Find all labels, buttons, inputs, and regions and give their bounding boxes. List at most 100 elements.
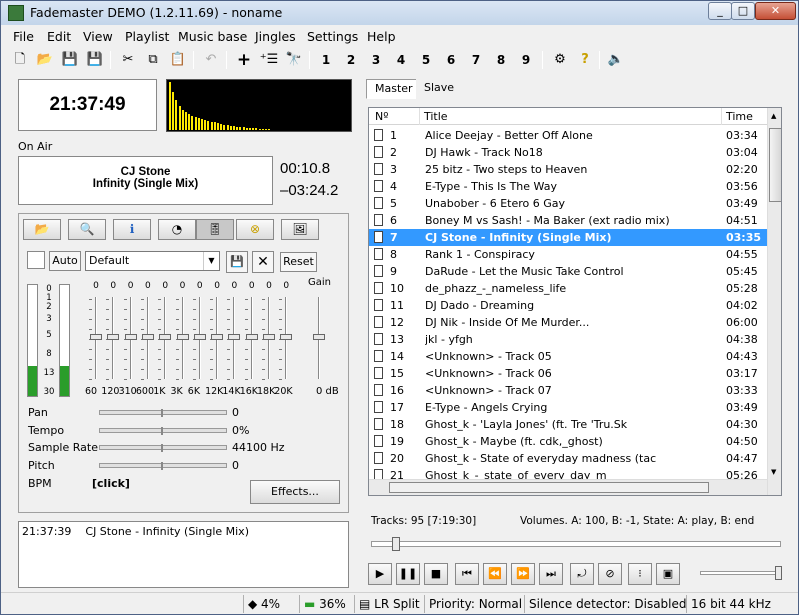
jingle-5-button[interactable]: 5 xyxy=(416,50,436,70)
search-icon[interactable]: 🔍 xyxy=(68,219,106,240)
eq-slider-18k[interactable]: 0 xyxy=(262,281,276,391)
settings-gear-icon[interactable]: ⚙ xyxy=(550,50,570,70)
table-row[interactable]: 9 DaRude - Let the Music Take Control 05:4… xyxy=(369,263,767,280)
table-row[interactable]: 11 DJ Dado - Dreaming 04:02 xyxy=(369,297,767,314)
horizontal-scrollbar[interactable] xyxy=(369,479,767,495)
add-track-icon[interactable]: + xyxy=(234,50,254,70)
table-row[interactable]: 20 Ghost_k - State of everyday madness (t… xyxy=(369,450,767,467)
menu-jingles[interactable]: Jingles xyxy=(255,29,296,44)
table-row[interactable]: 6 Boney M vs Sash! - Ma Baker (ext radio … xyxy=(369,212,767,229)
eq-slider-3k[interactable]: 0 xyxy=(175,281,190,391)
eq-slider-1k[interactable]: 0 xyxy=(158,281,172,391)
table-row[interactable]: 18 Ghost_k - 'Layla Jones' (ft. Tre 'Tru.… xyxy=(369,416,767,433)
table-row[interactable]: 17 E-Type - Angels Crying 03:49 xyxy=(369,399,767,416)
pitch-slider[interactable] xyxy=(99,462,227,470)
auto-checkbox[interactable] xyxy=(27,251,45,269)
jingle-4-button[interactable]: 4 xyxy=(391,50,411,70)
eq-slider-60[interactable]: 0 xyxy=(89,281,103,391)
table-row[interactable]: 16 <Unknown> - Track 07 03:33 xyxy=(369,382,767,399)
eq-slider-14k[interactable]: 0 xyxy=(227,281,241,391)
equalizer-icon[interactable]: 🎚 xyxy=(196,219,234,240)
table-row[interactable]: 8 Rank 1 - Conspiracy 04:55 xyxy=(369,246,767,263)
seek-bar[interactable] xyxy=(371,537,781,551)
image-icon[interactable]: 🖼 xyxy=(281,219,319,240)
save-as-icon[interactable]: 💾 xyxy=(85,50,105,70)
table-row[interactable]: 15 <Unknown> - Track 06 03:17 xyxy=(369,365,767,382)
eq-slider-600[interactable]: 0 xyxy=(140,281,155,391)
menu-playlist[interactable]: Playlist xyxy=(125,29,169,44)
pause-button[interactable]: ❚❚ xyxy=(396,563,420,585)
scroll-thumb[interactable] xyxy=(769,128,781,202)
repeat-icon[interactable]: ⤾ xyxy=(570,563,594,585)
table-row[interactable]: 19 Ghost_k - Maybe (ft. cdk,_ghost) 04:50 xyxy=(369,433,767,450)
eq-slider-120[interactable]: 0 xyxy=(106,281,120,391)
help-icon[interactable]: ? xyxy=(575,50,595,70)
seek-knob[interactable] xyxy=(392,537,400,551)
volume-slider[interactable] xyxy=(700,566,782,580)
table-row[interactable]: 13 jkl - yfgh 04:38 xyxy=(369,331,767,348)
minimize-button[interactable]: _ xyxy=(708,2,732,20)
last-track-button[interactable]: ⏭ xyxy=(539,563,563,585)
tab-master[interactable]: Master xyxy=(366,79,422,99)
table-row[interactable]: 2 DJ Hawk - Track No18 03:04 xyxy=(369,144,767,161)
close-button[interactable]: ✕ xyxy=(755,2,796,20)
jingle-6-button[interactable]: 6 xyxy=(441,50,461,70)
tempo-slider[interactable] xyxy=(99,427,227,435)
effects-button[interactable]: Effects... xyxy=(250,480,340,504)
paste-icon[interactable]: 📋 xyxy=(168,50,188,70)
menu-view[interactable]: View xyxy=(83,29,113,44)
column-no[interactable]: Nº xyxy=(375,110,388,123)
first-track-button[interactable]: ⏮ xyxy=(455,563,479,585)
preset-select[interactable]: Default ▼ xyxy=(85,251,220,271)
insert-track-icon[interactable]: ⁺☰ xyxy=(259,50,279,70)
eq-slider-20k[interactable]: 0 xyxy=(279,281,293,391)
menu-file[interactable]: File xyxy=(13,29,34,44)
stop-button[interactable]: ■ xyxy=(424,563,448,585)
jingle-1-button[interactable]: 1 xyxy=(316,50,336,70)
table-row[interactable]: 14 <Unknown> - Track 05 04:43 xyxy=(369,348,767,365)
eq-slider-12k[interactable]: 0 xyxy=(210,281,224,391)
gain-slider[interactable] xyxy=(312,281,326,391)
eq-slider-6k[interactable]: 0 xyxy=(192,281,207,391)
find-icon[interactable]: 🔭 xyxy=(284,50,304,70)
menu-help[interactable]: Help xyxy=(367,29,396,44)
eq-slider-16k[interactable]: 0 xyxy=(244,281,259,391)
table-row[interactable]: 4 E-Type - This Is The Way 03:56 xyxy=(369,178,767,195)
column-title[interactable]: Title xyxy=(424,110,448,123)
menu-edit[interactable]: Edit xyxy=(47,29,71,44)
window-icon[interactable]: ▣ xyxy=(656,563,680,585)
table-row[interactable]: 5 Unabober - 6 Etero 6 Gay 03:49 xyxy=(369,195,767,212)
shuffle-icon[interactable]: ⁝ xyxy=(628,563,652,585)
table-row[interactable]: 3 25 bitz - Two steps to Heaven 02:20 xyxy=(369,161,767,178)
delete-preset-button[interactable]: ✕ xyxy=(252,251,274,273)
tab-slave[interactable]: Slave xyxy=(416,79,463,99)
maximize-button[interactable]: □ xyxy=(731,2,755,20)
cancel-icon[interactable]: ⊗ xyxy=(236,219,274,240)
block-icon[interactable]: ⊘ xyxy=(598,563,622,585)
open-folder-icon[interactable]: 📂 xyxy=(23,219,61,240)
vertical-scrollbar[interactable]: ▲ ▼ xyxy=(767,108,781,495)
table-row[interactable]: 7 CJ Stone - Infinity (Single Mix) 03:35 xyxy=(369,229,767,246)
table-row[interactable]: 12 DJ Nik - Inside Of Me Murder... 06:00 xyxy=(369,314,767,331)
new-file-icon[interactable]: 🗋 xyxy=(10,50,30,70)
auto-button[interactable]: Auto xyxy=(49,251,81,271)
bpm-click[interactable]: [click] xyxy=(92,477,130,490)
pan-slider[interactable] xyxy=(99,409,227,417)
jingle-7-button[interactable]: 7 xyxy=(466,50,486,70)
chevron-down-icon[interactable]: ▼ xyxy=(203,252,219,270)
hscroll-thumb[interactable] xyxy=(389,482,709,493)
menu-settings[interactable]: Settings xyxy=(307,29,358,44)
open-folder-icon[interactable]: 📂 xyxy=(35,50,55,70)
save-preset-button[interactable]: 💾 xyxy=(226,251,248,273)
cut-icon[interactable]: ✂ xyxy=(118,50,138,70)
table-row[interactable]: 10 de_phazz_-_nameless_life 05:28 xyxy=(369,280,767,297)
play-button[interactable]: ▶ xyxy=(368,563,392,585)
save-icon[interactable]: 💾 xyxy=(60,50,80,70)
clock-icon[interactable]: ◔ xyxy=(158,219,196,240)
jingle-8-button[interactable]: 8 xyxy=(491,50,511,70)
jingle-2-button[interactable]: 2 xyxy=(341,50,361,70)
info-icon[interactable]: ℹ xyxy=(113,219,151,240)
eq-slider-310[interactable]: 0 xyxy=(123,281,138,391)
sample-rate-slider[interactable] xyxy=(99,444,227,452)
undo-icon[interactable]: ↶ xyxy=(201,50,221,70)
